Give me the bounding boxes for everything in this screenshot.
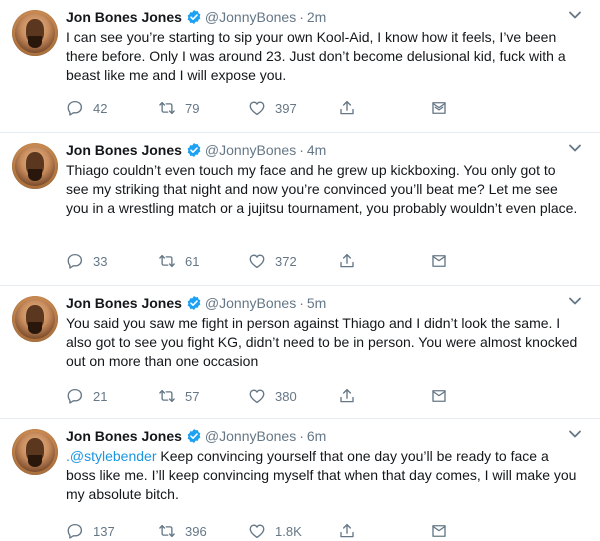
like-button[interactable]: 1.8K	[248, 521, 302, 541]
separator-dot: ·	[299, 428, 304, 444]
retweet-icon	[159, 101, 175, 115]
author-name[interactable]: Jon Bones Jones	[66, 428, 182, 444]
author-handle[interactable]: @JonnyBones	[205, 428, 296, 444]
timestamp[interactable]: 4m	[307, 142, 326, 158]
chevron-down-icon[interactable]	[568, 141, 582, 155]
direct-message-icon	[432, 525, 446, 537]
heart-icon	[249, 524, 265, 539]
tweet-feed: Jon Bones Jones @JonnyBones · 2m I can s…	[0, 0, 600, 539]
timestamp[interactable]: 2m	[307, 9, 326, 25]
timestamp[interactable]: 6m	[307, 428, 326, 444]
share-button[interactable]	[338, 251, 356, 271]
heart-icon	[249, 254, 265, 269]
direct-message-button[interactable]	[430, 386, 448, 406]
retweet-icon	[159, 524, 175, 538]
tweet-text: .@stylebender Keep convincing yourself t…	[66, 447, 578, 504]
author-name[interactable]: Jon Bones Jones	[66, 295, 182, 311]
reply-icon	[67, 523, 83, 539]
tweet[interactable]: Jon Bones Jones @JonnyBones · 5m You sai…	[0, 286, 600, 419]
tweet-header: Jon Bones Jones @JonnyBones · 4m	[66, 139, 584, 161]
direct-message-button[interactable]	[430, 521, 448, 541]
reply-count: 33	[93, 253, 108, 269]
tweet-body: You said you saw me fight in person agai…	[66, 315, 578, 369]
retweet-button[interactable]: 79	[158, 98, 199, 118]
reply-count: 21	[93, 388, 108, 404]
share-button[interactable]	[338, 521, 356, 541]
retweet-count: 61	[185, 253, 200, 269]
avatar[interactable]	[12, 10, 58, 56]
avatar[interactable]	[12, 296, 58, 342]
like-count: 397	[275, 100, 297, 116]
share-icon	[340, 523, 354, 538]
author-handle[interactable]: @JonnyBones	[205, 295, 296, 311]
reply-button[interactable]: 33	[66, 251, 107, 271]
tweet-body: Thiago couldn’t even touch my face and h…	[66, 162, 578, 216]
tweet[interactable]: Jon Bones Jones @JonnyBones · 6m .@style…	[0, 419, 600, 539]
direct-message-button[interactable]	[430, 251, 448, 271]
share-icon	[340, 388, 354, 403]
author-name[interactable]: Jon Bones Jones	[66, 142, 182, 158]
chevron-down-icon[interactable]	[568, 427, 582, 441]
chevron-down-icon[interactable]	[568, 8, 582, 22]
reply-count: 42	[93, 100, 108, 116]
separator-dot: ·	[299, 9, 304, 25]
tweet-body: I can see you’re starting to sip your ow…	[66, 29, 566, 83]
separator-dot: ·	[299, 142, 304, 158]
retweet-icon	[159, 389, 175, 403]
tweet-header: Jon Bones Jones @JonnyBones · 5m	[66, 292, 584, 314]
avatar[interactable]	[12, 429, 58, 475]
mention-link[interactable]: .@stylebender	[66, 448, 156, 464]
direct-message-icon	[432, 390, 446, 402]
retweet-button[interactable]: 61	[158, 251, 199, 271]
share-icon	[340, 253, 354, 268]
author-name[interactable]: Jon Bones Jones	[66, 9, 182, 25]
like-count: 372	[275, 253, 297, 269]
like-count: 1.8K	[275, 523, 302, 539]
reply-icon	[67, 388, 83, 404]
share-icon	[340, 100, 354, 115]
heart-icon	[249, 389, 265, 404]
share-button[interactable]	[338, 386, 356, 406]
verified-badge-icon	[187, 143, 201, 157]
reply-icon	[67, 100, 83, 116]
tweet[interactable]: Jon Bones Jones @JonnyBones · 4m Thiago …	[0, 133, 600, 286]
tweet-header: Jon Bones Jones @JonnyBones · 2m	[66, 6, 584, 28]
retweet-count: 79	[185, 100, 200, 116]
direct-message-icon	[432, 102, 446, 114]
share-button[interactable]	[338, 98, 356, 118]
like-button[interactable]: 397	[248, 98, 297, 118]
tweet-text: You said you saw me fight in person agai…	[66, 314, 578, 371]
retweet-count: 57	[185, 388, 200, 404]
retweet-icon	[159, 254, 175, 268]
verified-badge-icon	[187, 429, 201, 443]
tweet-text: I can see you’re starting to sip your ow…	[66, 28, 578, 85]
retweet-button[interactable]: 396	[158, 521, 207, 541]
heart-icon	[249, 101, 265, 116]
retweet-button[interactable]: 57	[158, 386, 199, 406]
reply-button[interactable]: 42	[66, 98, 107, 118]
tweet-header: Jon Bones Jones @JonnyBones · 6m	[66, 425, 584, 447]
retweet-count: 396	[185, 523, 207, 539]
verified-badge-icon	[187, 10, 201, 24]
author-handle[interactable]: @JonnyBones	[205, 142, 296, 158]
direct-message-button[interactable]	[430, 98, 448, 118]
tweet-text: Thiago couldn’t even touch my face and h…	[66, 161, 578, 218]
like-button[interactable]: 372	[248, 251, 297, 271]
like-button[interactable]: 380	[248, 386, 297, 406]
verified-badge-icon	[187, 296, 201, 310]
like-count: 380	[275, 388, 297, 404]
timestamp[interactable]: 5m	[307, 295, 326, 311]
separator-dot: ·	[299, 295, 304, 311]
reply-icon	[67, 253, 83, 269]
author-handle[interactable]: @JonnyBones	[205, 9, 296, 25]
reply-button[interactable]: 21	[66, 386, 107, 406]
reply-button[interactable]: 137	[66, 521, 115, 541]
avatar[interactable]	[12, 143, 58, 189]
direct-message-icon	[432, 255, 446, 267]
chevron-down-icon[interactable]	[568, 294, 582, 308]
reply-count: 137	[93, 523, 115, 539]
tweet[interactable]: Jon Bones Jones @JonnyBones · 2m I can s…	[0, 0, 600, 133]
